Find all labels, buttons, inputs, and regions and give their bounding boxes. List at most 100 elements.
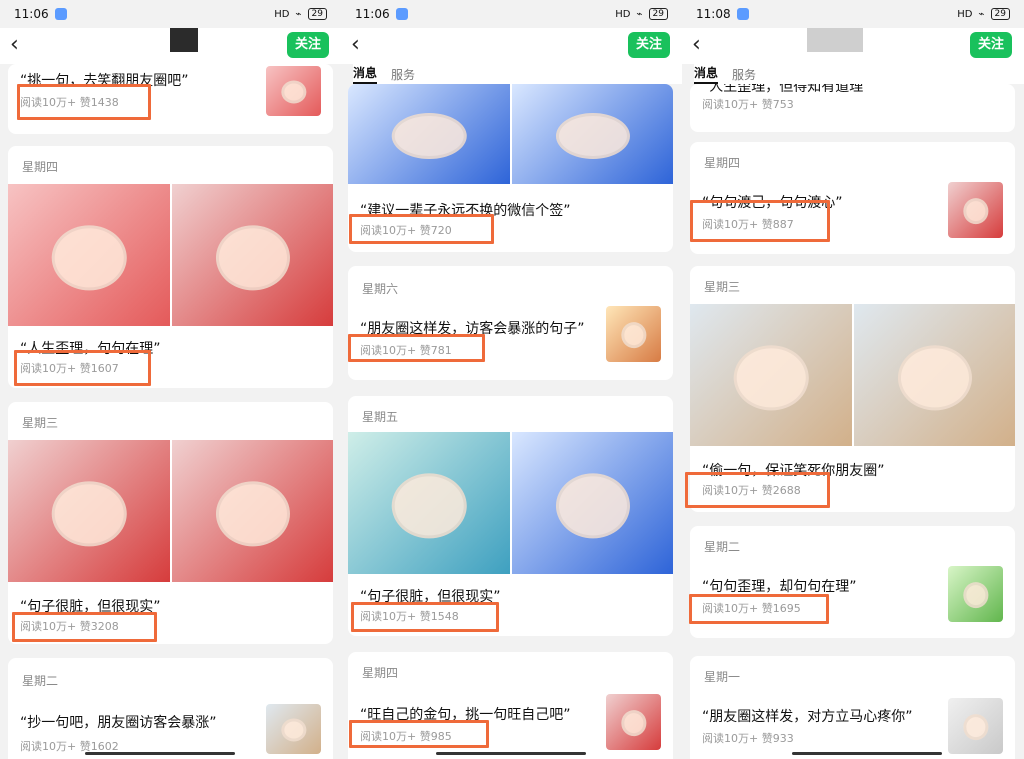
article-card[interactable]: 星期五 “句子很脏，但很现实” 阅读10万+ 赞1548 (348, 396, 673, 636)
article-image-left (690, 304, 852, 446)
highlight-box (12, 612, 157, 642)
back-icon[interactable]: ‹ (351, 32, 360, 58)
article-card[interactable]: 星期一 “朋友圈这样发，对方立马心疼你” 阅读10万+ 赞933 (690, 656, 1015, 759)
wifi-icon: ⌁ (978, 8, 985, 20)
mini-app-icon (54, 8, 67, 20)
article-card[interactable]: “人生歪理，但得知有道理” 阅读10万+ 赞753 (690, 84, 1015, 132)
battery-indicator: 29 (648, 8, 668, 20)
article-thumbnail (948, 566, 1003, 622)
article-card[interactable]: 星期三 “句子很脏，但很现实” 阅读10万+ 赞3208 (8, 402, 333, 644)
highlight-box (351, 602, 499, 632)
weekday-label: 星期六 (362, 282, 399, 296)
panel-1: 11:06 HD ⌁ 29 ‹ 关注 “挑一句，去笑翻朋友圈吧” 阅读10万+ … (0, 0, 341, 759)
weekday-label: 星期三 (704, 280, 741, 294)
article-title: “抄一句吧，朋友圈访客会暴涨” (20, 715, 217, 731)
article-image-right (172, 440, 333, 582)
weekday-label: 星期三 (22, 416, 59, 430)
article-thumbnail (606, 306, 661, 362)
time: 11:06 (14, 7, 49, 21)
weekday-label: 星期四 (704, 156, 741, 170)
thumbnail-art (280, 80, 307, 104)
article-image-right (512, 432, 673, 574)
article-thumbnail (266, 66, 321, 116)
article-image-right (854, 304, 1015, 446)
mini-app-icon (395, 8, 408, 20)
thumbnail-art (962, 582, 989, 608)
thumbnail-art (620, 710, 647, 736)
article-card[interactable]: 星期二 “抄一句吧，朋友圈访客会暴涨” 阅读10万+ 赞1602 (8, 658, 333, 759)
tabs: 消息 服务 (353, 64, 682, 84)
article-card[interactable]: 星期六 “朋友圈这样发，访客会暴涨的句子” 阅读10万+ 赞781 (348, 266, 673, 380)
mini-app-icon (736, 8, 749, 20)
wifi-icon: ⌁ (636, 8, 643, 20)
article-image-left (348, 432, 510, 574)
image-art (215, 225, 290, 291)
follow-button[interactable]: 关注 (628, 32, 670, 58)
home-indicator (792, 752, 942, 755)
status-left: 11:06 (355, 7, 408, 21)
article-thumbnail (606, 694, 661, 750)
highlight-box (348, 334, 485, 362)
back-icon[interactable]: ‹ (692, 32, 701, 58)
article-title: “句句歪理，却句句在理” (702, 579, 857, 595)
article-image-left (348, 84, 510, 184)
back-icon[interactable]: ‹ (10, 32, 19, 58)
top-bar: ‹ 关注 (0, 28, 341, 64)
tab-services[interactable]: 服务 (391, 66, 415, 83)
image-art (733, 345, 809, 411)
network-label: HD (957, 8, 973, 20)
status-right: HD ⌁ 29 (274, 8, 327, 20)
image-art (897, 345, 972, 411)
status-bar: 11:06 HD ⌁ 29 (0, 0, 341, 28)
highlight-box (349, 214, 494, 244)
image-art (391, 113, 467, 159)
weekday-label: 星期一 (704, 670, 741, 684)
network-label: HD (274, 8, 290, 20)
image-art (215, 481, 290, 547)
highlight-box (685, 472, 830, 508)
status-bar: 11:06 HD ⌁ 29 (341, 0, 682, 28)
highlight-box (689, 594, 829, 624)
article-thumbnail (266, 704, 321, 754)
time: 11:06 (355, 7, 390, 21)
battery-indicator: 29 (990, 8, 1010, 20)
thumbnail-art (620, 322, 647, 348)
status-bar: 11:08 HD ⌁ 29 (682, 0, 1024, 28)
article-image-right (172, 184, 333, 326)
article-thumbnail (948, 182, 1003, 238)
weekday-label: 星期四 (22, 160, 59, 174)
article-stats: 阅读10万+ 赞933 (702, 732, 794, 745)
image-art (51, 225, 127, 291)
status-left: 11:06 (14, 7, 67, 21)
thumbnail-art (962, 714, 989, 740)
account-avatar-placeholder (170, 28, 198, 52)
panel-3: 11:08 HD ⌁ 29 ‹ 关注 消息 服务 “人生歪理，但得知有道理” 阅… (682, 0, 1024, 759)
article-image-left (8, 440, 170, 582)
image-art (51, 481, 127, 547)
tab-messages[interactable]: 消息 (353, 64, 378, 84)
tab-services[interactable]: 服务 (732, 66, 756, 83)
screenshot-collage: 11:06 HD ⌁ 29 ‹ 关注 “挑一句，去笑翻朋友圈吧” 阅读10万+ … (0, 0, 1024, 759)
article-stats: 阅读10万+ 赞753 (702, 98, 794, 111)
image-art (555, 113, 630, 159)
home-indicator (85, 752, 235, 755)
network-label: HD (615, 8, 631, 20)
thumbnail-art (962, 198, 989, 224)
status-right: HD ⌁ 29 (957, 8, 1010, 20)
tab-messages[interactable]: 消息 (694, 64, 719, 84)
weekday-label: 星期二 (22, 674, 59, 688)
image-art (555, 473, 630, 539)
highlight-box (14, 350, 151, 386)
article-image-left (8, 184, 170, 326)
highlight-box (17, 84, 151, 120)
follow-button[interactable]: 关注 (287, 32, 329, 58)
weekday-label: 星期五 (362, 410, 399, 424)
article-title: “朋友圈这样发，对方立马心疼你” (702, 709, 913, 725)
account-avatar-placeholder (807, 28, 863, 52)
panel-2: 11:06 HD ⌁ 29 ‹ 关注 消息 服务 “建议一辈子永远不换的微信个签… (341, 0, 682, 759)
follow-button[interactable]: 关注 (970, 32, 1012, 58)
status-right: HD ⌁ 29 (615, 8, 668, 20)
highlight-box (349, 720, 489, 748)
top-bar: ‹ 关注 (682, 28, 1024, 64)
article-image-right (512, 84, 673, 184)
